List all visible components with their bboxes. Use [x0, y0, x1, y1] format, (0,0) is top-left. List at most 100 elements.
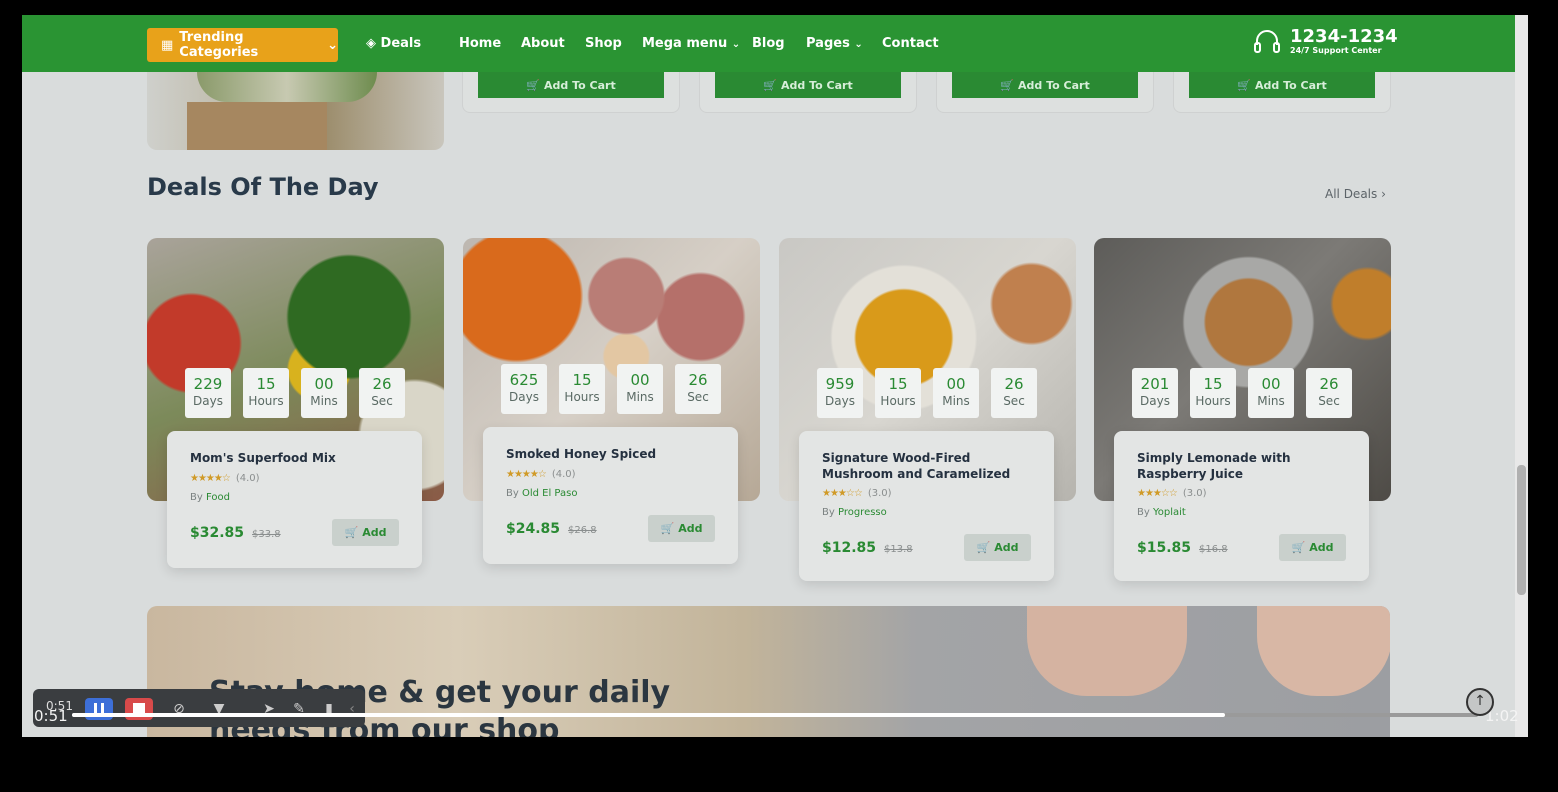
countdown-timer: 201 Days 15 Hours 00 Mins 26 Sec — [1132, 368, 1352, 418]
add-to-cart-button[interactable]: 🛒 Add To Cart — [715, 72, 901, 98]
countdown-timer: 959 Days 15 Hours 00 Mins 26 Sec — [817, 368, 1037, 418]
cart-icon: 🛒 — [1237, 78, 1251, 92]
star-rating-icon: ★★★★☆ — [190, 473, 231, 484]
video-progress-bar[interactable] — [72, 713, 1478, 717]
nav-link-shop[interactable]: Shop — [585, 36, 622, 51]
timer-hours: 15 Hours — [875, 368, 921, 418]
recording-toolbar: 0:51 ⊘ ▼ ➤ ✎ ▮ ‹ — [33, 689, 365, 727]
timer-sec: 26 Sec — [991, 368, 1037, 418]
timer-mins: 00 Mins — [301, 368, 347, 418]
scroll-to-top-button[interactable]: ↑ — [1466, 688, 1494, 716]
add-button[interactable]: 🛒 Add — [1279, 534, 1346, 561]
hours-value: 15 — [572, 371, 592, 389]
product-rating: ★★★☆☆ (3.0) — [822, 488, 892, 499]
price-value: $15.85 — [1137, 540, 1192, 556]
add-to-cart-button[interactable]: 🛒 Add To Cart — [1189, 72, 1375, 98]
add-to-cart-button[interactable]: 🛒 Add To Cart — [478, 72, 664, 98]
chevron-right-icon: › — [1381, 187, 1386, 201]
nav-link-pages[interactable]: Pages ⌄ — [806, 36, 863, 51]
mega-menu-label: Mega menu — [642, 36, 728, 51]
timer-mins: 00 Mins — [933, 368, 979, 418]
nav-link-contact[interactable]: Contact — [882, 36, 939, 51]
product-name[interactable]: Smoked Honey Spiced — [506, 446, 726, 462]
mins-value: 00 — [946, 375, 966, 393]
support-phone[interactable]: 1234-1234 24/7 Support Center — [1252, 27, 1398, 57]
timer-hours: 15 Hours — [243, 368, 289, 418]
sec-label: Sec — [371, 394, 393, 408]
old-price: $13.8 — [884, 544, 913, 555]
add-button[interactable]: 🛒 Add — [332, 519, 399, 546]
star-rating-icon: ★★★★☆ — [506, 469, 547, 480]
product-name[interactable]: Signature Wood-Fired Mushroom and Carame… — [822, 450, 1042, 482]
top-navbar: ▦ Trending Categories ⌄ ◈ Deals Home Abo… — [22, 15, 1515, 72]
cart-icon: 🛒 — [660, 522, 675, 535]
product-card: 🛒 Add To Cart — [936, 72, 1154, 113]
brand-link[interactable]: Old El Paso — [522, 488, 578, 499]
cart-icon: 🛒 — [763, 78, 777, 92]
product-price: $12.85 $13.8 — [822, 540, 913, 556]
fire-icon: ◈ — [366, 36, 376, 51]
by-prefix: By — [506, 488, 519, 499]
price-value: $32.85 — [190, 525, 245, 541]
mins-label: Mins — [626, 390, 654, 404]
all-deals-link[interactable]: All Deals › — [1325, 187, 1386, 201]
sec-value: 26 — [1319, 375, 1339, 393]
deals-label: Deals — [380, 36, 422, 51]
product-price: $15.85 $16.8 — [1137, 540, 1228, 556]
grid-icon: ▦ — [161, 37, 174, 53]
headphones-icon — [1254, 30, 1280, 53]
add-to-cart-label: Add To Cart — [544, 78, 616, 92]
add-button[interactable]: 🛒 Add — [964, 534, 1031, 561]
days-value: 625 — [509, 371, 539, 389]
nav-link-home[interactable]: Home — [459, 36, 501, 51]
hours-label: Hours — [248, 394, 284, 408]
days-value: 229 — [193, 375, 223, 393]
deals-link[interactable]: ◈ Deals — [366, 36, 421, 51]
timer-sec: 26 Sec — [359, 368, 405, 418]
deal-info-card: Mom's Superfood Mix ★★★★☆ (4.0) By Food $… — [167, 431, 422, 568]
add-to-cart-label: Add To Cart — [1018, 78, 1090, 92]
product-name[interactable]: Mom's Superfood Mix — [190, 450, 410, 466]
hand-image — [1257, 606, 1390, 696]
product-name[interactable]: Simply Lemonade with Raspberry Juice — [1137, 450, 1357, 482]
product-rating: ★★★☆☆ (3.0) — [1137, 488, 1207, 499]
section-title: Deals Of The Day — [147, 173, 379, 201]
page-scrollbar[interactable] — [1515, 15, 1528, 737]
brand-link[interactable]: Yoplait — [1153, 507, 1186, 518]
hand-image — [1027, 606, 1187, 696]
hours-label: Hours — [880, 394, 916, 408]
product-rating: ★★★★☆ (4.0) — [506, 469, 576, 480]
rating-value: (4.0) — [235, 473, 260, 484]
add-to-cart-button[interactable]: 🛒 Add To Cart — [952, 72, 1138, 98]
add-to-cart-label: Add To Cart — [781, 78, 853, 92]
product-rating: ★★★★☆ (4.0) — [190, 473, 260, 484]
phone-number: 1234-1234 — [1290, 26, 1398, 47]
deal-info-card: Simply Lemonade with Raspberry Juice ★★★… — [1114, 431, 1369, 581]
scrollbar-thumb[interactable] — [1517, 465, 1526, 595]
deal-info-card: Smoked Honey Spiced ★★★★☆ (4.0) By Old El… — [483, 427, 738, 564]
timer-mins: 00 Mins — [617, 364, 663, 414]
timer-days: 201 Days — [1132, 368, 1178, 418]
pages-label: Pages — [806, 36, 850, 51]
nav-link-blog[interactable]: Blog — [752, 36, 785, 51]
old-price: $26.8 — [568, 525, 597, 536]
add-button[interactable]: 🛒 Add — [648, 515, 715, 542]
timer-hours: 15 Hours — [559, 364, 605, 414]
by-prefix: By — [190, 492, 203, 503]
hours-label: Hours — [564, 390, 600, 404]
countdown-timer: 625 Days 15 Hours 00 Mins 26 Sec — [501, 364, 721, 414]
days-value: 959 — [825, 375, 855, 393]
mins-value: 00 — [1261, 375, 1281, 393]
nav-link-mega-menu[interactable]: Mega menu ⌄ — [642, 36, 740, 51]
brand-link[interactable]: Progresso — [838, 507, 887, 518]
nav-link-about[interactable]: About — [521, 36, 565, 51]
add-label: Add — [362, 526, 387, 539]
brand-link[interactable]: Food — [206, 492, 230, 503]
sec-value: 26 — [1004, 375, 1024, 393]
by-prefix: By — [1137, 507, 1150, 518]
trending-categories-button[interactable]: ▦ Trending Categories ⌄ — [147, 28, 338, 62]
mins-value: 00 — [630, 371, 650, 389]
by-prefix: By — [822, 507, 835, 518]
days-label: Days — [509, 390, 539, 404]
chevron-down-icon: ⌄ — [327, 37, 338, 53]
